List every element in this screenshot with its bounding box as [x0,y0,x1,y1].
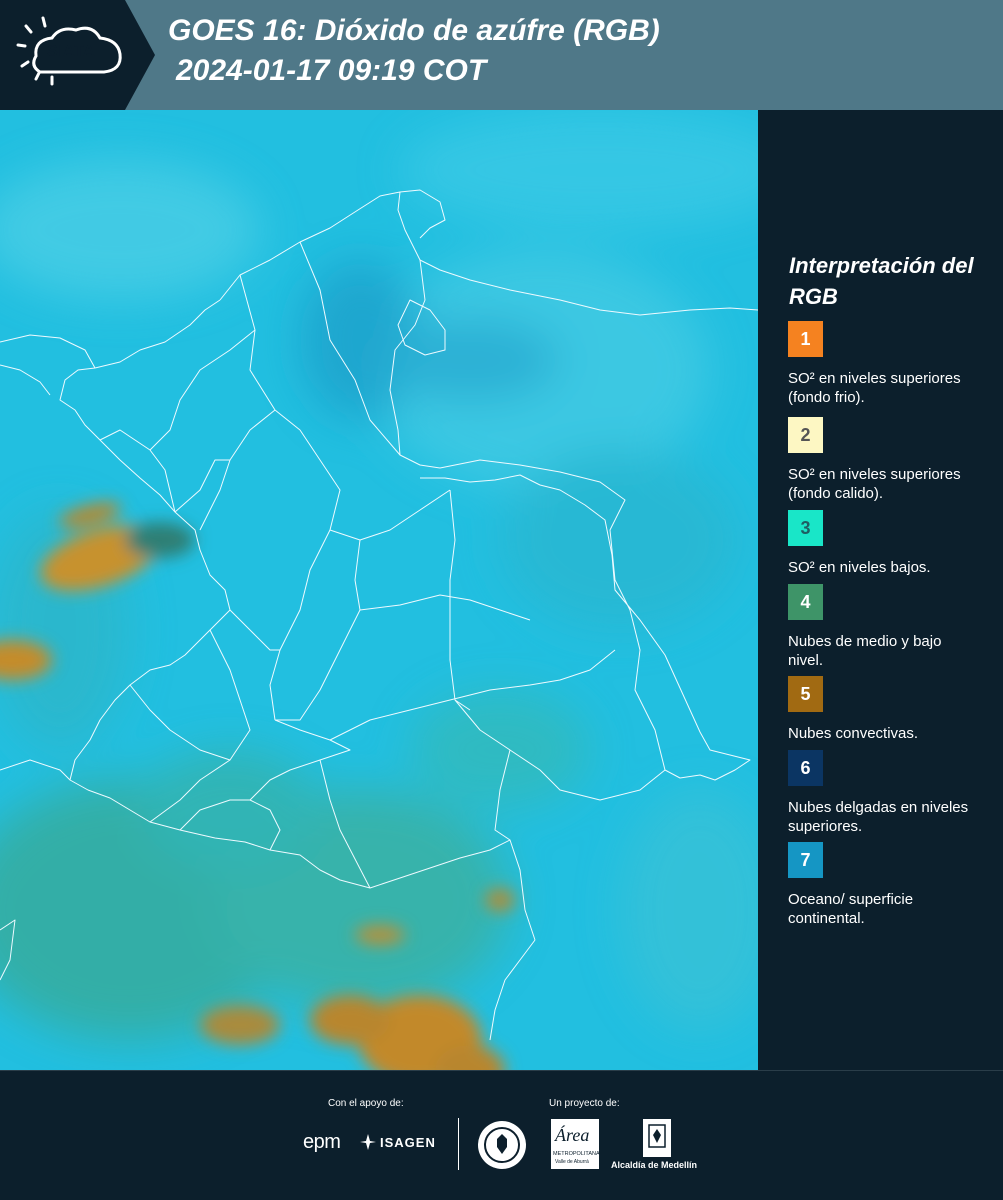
area-logo-sub: METROPOLITANA [553,1151,600,1157]
legend-item-3: 3 SO² en niveles bajos. [788,510,998,577]
header: SIATA GOES 16: Dióxido de azúfre (RGB) 2… [0,0,1003,110]
siata-logo: SIATA [0,0,155,110]
legend-swatch-5: 5 [788,676,823,712]
legend-description-5: Nubes convectivas. [788,725,919,742]
legend-swatch-3: 3 [788,510,823,546]
legend-swatch-6: 6 [788,750,823,786]
legend-description-7: Oceano/ superficie continental. [788,891,914,927]
footer: Con el apoyo de: Un proyecto de: epm ISA… [0,1070,1003,1200]
alcaldia-shield-icon [643,1119,671,1157]
legend-description-2: SO² en niveles superiores (fondo calido)… [788,466,961,502]
legend-item-6: 6 Nubes delgadas en niveles superiores. [788,750,998,836]
satellite-map [0,110,758,1070]
area-logo-sub2: Valle de Aburrá [555,1159,589,1165]
legend-description-6: Nubes delgadas en niveles superiores. [788,799,969,835]
isagen-logo: ISAGEN [380,1135,436,1150]
legend-description-3: SO² en niveles bajos. [788,559,931,576]
legend-panel: Interpretación del RGB 1 SO² en niveles … [758,110,1003,1070]
area-logo-main: Área [555,1125,590,1145]
legend-swatch-4: 4 [788,584,823,620]
support-label: Con el apoyo de: [328,1098,404,1109]
legend-item-7: 7 Oceano/ superficie continental. [788,842,998,928]
alcaldia-logo-text: Alcaldía de Medellín [611,1160,698,1170]
legend-description-1: SO² en niveles superiores (fondo frio). [788,370,961,406]
siata-logo-text: SIATA [47,43,96,60]
legend-swatch-7: 7 [788,842,823,878]
project-label: Un proyecto de: [549,1098,620,1109]
page-title: GOES 16: Dióxido de azúfre (RGB) [168,14,660,47]
medellin-seal-icon [478,1121,526,1169]
legend-item-1: 1 SO² en niveles superiores (fondo frio)… [788,321,998,407]
legend-item-5: 5 Nubes convectivas. [788,676,998,743]
legend-item-4: 4 Nubes de medio y bajo nivel. [788,584,998,670]
page-timestamp: 2024-01-17 09:19 COT [176,54,487,87]
isagen-icon [360,1134,376,1150]
legend-item-2: 2 SO² en niveles superiores (fondo calid… [788,417,998,503]
legend-swatch-2: 2 [788,417,823,453]
footer-divider [458,1118,459,1170]
legend-title: Interpretación del RGB [789,253,974,309]
epm-logo: epm [303,1131,341,1153]
area-metropolitana-logo: Área METROPOLITANA Valle de Aburrá [551,1119,600,1169]
satellite-image [0,110,758,1070]
legend-description-4: Nubes de medio y bajo nivel. [788,633,942,669]
legend-swatch-1: 1 [788,321,823,357]
